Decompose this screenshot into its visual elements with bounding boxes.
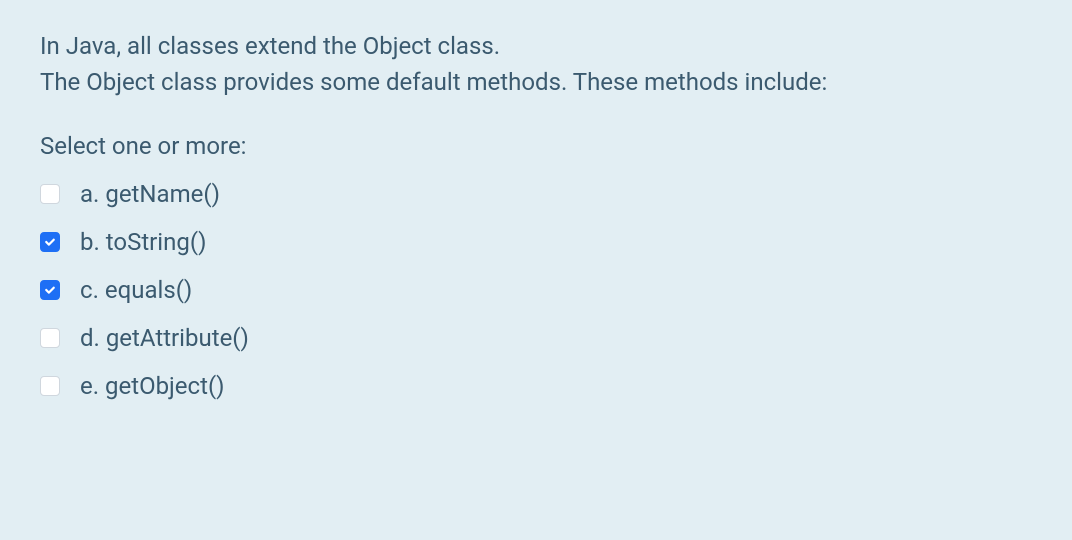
option-label-a: a. getName() [80, 180, 220, 208]
checkbox-c[interactable] [40, 280, 60, 300]
question-line-1: In Java, all classes extend the Object c… [40, 28, 1032, 64]
question-text: In Java, all classes extend the Object c… [40, 28, 1032, 100]
checkbox-a[interactable] [40, 184, 60, 204]
option-label-d: d. getAttribute() [80, 324, 249, 352]
option-label-e: e. getObject() [80, 372, 225, 400]
checkbox-e[interactable] [40, 376, 60, 396]
options-list: a. getName() b. toString() c. equals() d… [40, 180, 1032, 400]
option-e[interactable]: e. getObject() [40, 372, 1032, 400]
option-label-c: c. equals() [80, 276, 192, 304]
option-c[interactable]: c. equals() [40, 276, 1032, 304]
option-d[interactable]: d. getAttribute() [40, 324, 1032, 352]
option-label-b: b. toString() [80, 228, 206, 256]
option-a[interactable]: a. getName() [40, 180, 1032, 208]
question-line-2: The Object class provides some default m… [40, 64, 1032, 100]
select-prompt: Select one or more: [40, 132, 1032, 160]
checkbox-b[interactable] [40, 232, 60, 252]
option-b[interactable]: b. toString() [40, 228, 1032, 256]
checkbox-d[interactable] [40, 328, 60, 348]
